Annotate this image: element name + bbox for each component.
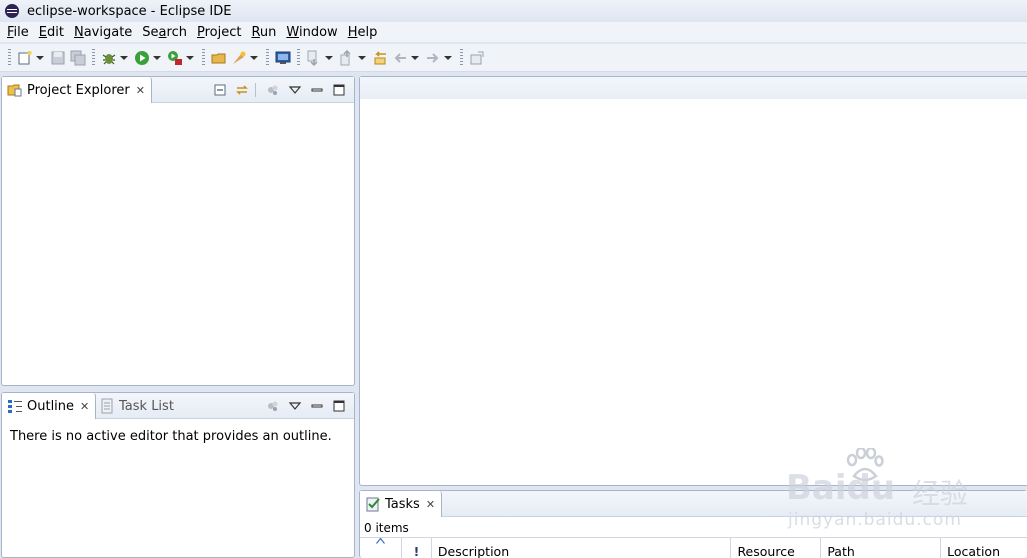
tasks-table-header: ! Description Resource Path Location	[360, 537, 1027, 558]
column-description[interactable]: Description	[432, 538, 732, 558]
debug-icon[interactable]	[100, 49, 118, 67]
menu-file[interactable]: File	[2, 25, 34, 40]
header-separator	[255, 83, 256, 97]
editor-area	[359, 76, 1027, 486]
filter-icon[interactable]	[264, 81, 282, 99]
new-icon[interactable]	[16, 49, 34, 67]
sort-ascending-icon	[376, 538, 385, 544]
tab-outline-label: Outline	[27, 398, 75, 414]
close-icon[interactable]: ✕	[136, 84, 145, 97]
toolbar-grip[interactable]	[297, 48, 300, 67]
tab-tasks-label: Tasks	[385, 496, 420, 512]
title-bar: eclipse-workspace - Eclipse IDE	[0, 0, 1027, 22]
console-icon[interactable]	[274, 49, 292, 67]
menu-bar: File Edit Navigate Search Project Run Wi…	[0, 22, 1027, 42]
external-tools-dropdown[interactable]	[185, 49, 194, 67]
tab-outline[interactable]: Outline ✕	[2, 393, 97, 419]
menu-edit[interactable]: Edit	[34, 25, 69, 40]
tasks-icon	[366, 497, 380, 512]
column-path[interactable]: Path	[821, 538, 942, 558]
eclipse-icon	[5, 4, 19, 18]
tab-project-explorer-label: Project Explorer	[27, 82, 130, 98]
project-explorer-controls	[207, 81, 348, 99]
outline-icon	[8, 400, 22, 413]
filter-icon[interactable]	[264, 397, 282, 415]
close-icon[interactable]: ✕	[426, 498, 435, 511]
toolbar-grip[interactable]	[266, 48, 269, 67]
menu-run[interactable]: Run	[246, 25, 281, 40]
project-explorer-header: Project Explorer ✕	[2, 77, 354, 103]
menu-window[interactable]: Window	[281, 25, 342, 40]
prev-annotation-dropdown[interactable]	[357, 49, 366, 67]
pin-editor-icon[interactable]	[468, 49, 486, 67]
editor-tab-strip	[360, 77, 1027, 99]
outline-panel: Outline ✕ Task List There is no active e…	[1, 392, 355, 558]
menu-help[interactable]: Help	[343, 25, 383, 40]
watermark-cn: 经验	[912, 477, 969, 510]
run-dropdown[interactable]	[152, 49, 161, 67]
last-edit-icon[interactable]	[371, 49, 389, 67]
minimize-icon[interactable]	[308, 81, 326, 99]
next-annotation-icon[interactable]	[305, 49, 323, 67]
open-type-icon[interactable]	[210, 49, 228, 67]
toolbar-grip[interactable]	[92, 48, 95, 67]
view-menu-icon[interactable]	[286, 397, 304, 415]
link-with-editor-icon[interactable]	[233, 81, 251, 99]
column-resource[interactable]: Resource	[731, 538, 822, 558]
maximize-icon[interactable]	[330, 397, 348, 415]
debug-dropdown[interactable]	[119, 49, 128, 67]
open-task-dropdown[interactable]	[249, 49, 258, 67]
tab-tasks[interactable]: Tasks ✕	[360, 491, 443, 517]
toolbar-grip[interactable]	[460, 48, 463, 67]
forward-icon[interactable]	[424, 49, 442, 67]
close-icon[interactable]: ✕	[80, 400, 89, 413]
watermark-url: jingyan.baidu.com	[788, 510, 962, 530]
forward-dropdown[interactable]	[443, 49, 452, 67]
tasks-item-count: 0 items	[364, 521, 409, 535]
minimize-icon[interactable]	[308, 397, 326, 415]
toolbar-grip[interactable]	[202, 48, 205, 67]
baidu-watermark: Baidu 经验 jingyan.baidu.com	[786, 448, 986, 538]
save-all-icon[interactable]	[69, 49, 87, 67]
column-priority[interactable]: !	[402, 538, 432, 558]
project-explorer-icon	[7, 84, 22, 97]
window-title: eclipse-workspace - Eclipse IDE	[27, 3, 232, 19]
maximize-icon[interactable]	[330, 81, 348, 99]
prev-annotation-icon[interactable]	[338, 49, 356, 67]
menu-navigate[interactable]: Navigate	[69, 25, 137, 40]
project-explorer-panel: Project Explorer ✕	[1, 76, 355, 386]
watermark-brand: Baidu	[786, 468, 896, 508]
outline-empty-message: There is no active editor that provides …	[10, 429, 332, 444]
external-tools-icon[interactable]	[166, 49, 184, 67]
tab-project-explorer[interactable]: Project Explorer ✕	[2, 77, 152, 103]
back-dropdown[interactable]	[410, 49, 419, 67]
outline-header: Outline ✕ Task List	[2, 393, 354, 419]
column-location[interactable]: Location	[941, 538, 1027, 558]
next-annotation-dropdown[interactable]	[324, 49, 333, 67]
open-task-icon[interactable]	[230, 49, 248, 67]
toolbar-grip[interactable]	[8, 48, 11, 67]
main-toolbar	[0, 44, 1027, 72]
view-menu-icon[interactable]	[286, 81, 304, 99]
tab-task-list-label: Task List	[119, 398, 174, 414]
menu-project[interactable]: Project	[192, 25, 247, 40]
task-list-icon	[101, 398, 113, 414]
back-icon[interactable]	[391, 49, 409, 67]
collapse-all-icon[interactable]	[211, 81, 229, 99]
run-icon[interactable]	[133, 49, 151, 67]
menu-search[interactable]: Search	[137, 25, 192, 40]
tab-task-list[interactable]: Task List	[94, 393, 180, 419]
outline-controls	[260, 397, 348, 415]
column-sort[interactable]	[360, 538, 402, 558]
save-icon[interactable]	[49, 49, 67, 67]
new-dropdown[interactable]	[35, 49, 44, 67]
